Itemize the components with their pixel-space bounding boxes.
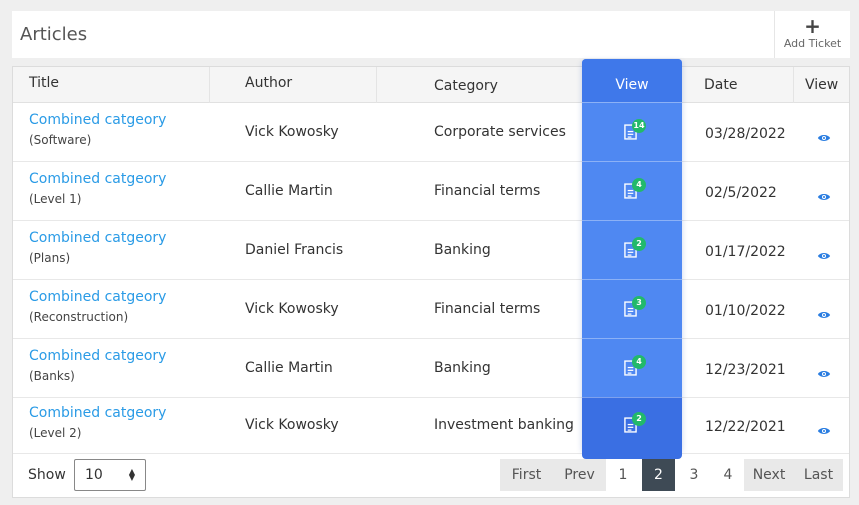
page-title: Articles: [20, 24, 88, 45]
pagination-last[interactable]: Last: [794, 459, 843, 491]
table-row: Combined catgeory (Reconstruction) Vick Ko…: [13, 280, 849, 339]
article-title-link[interactable]: Combined catgeory: [29, 348, 166, 364]
select-arrows-icon: ▲ ▼: [128, 467, 135, 482]
page-size-value: 10: [85, 467, 103, 483]
category-cell: Corporate services: [434, 123, 566, 140]
date-cell: 12/22/2021: [705, 419, 786, 435]
title-cell: Combined catgeory (Banks): [29, 348, 166, 383]
table-row: Combined catgeory (Level 2) Vick Kowosky In…: [13, 398, 849, 454]
article-subtitle: (Banks): [29, 368, 75, 383]
article-subtitle: (Software): [29, 132, 92, 147]
view-cell[interactable]: 4: [582, 338, 682, 397]
date-cell: 02/5/2022: [705, 184, 777, 201]
plus-icon: +: [804, 14, 821, 38]
date-cell: 12/23/2021: [705, 361, 786, 378]
articles-card: Articles + Add Ticket Title Author Categ…: [0, 0, 859, 505]
column-header-view-highlight[interactable]: View: [582, 59, 682, 102]
eye-icon[interactable]: [817, 421, 833, 434]
header-bar: Articles + Add Ticket: [12, 11, 850, 58]
count-badge: 14: [632, 118, 646, 133]
add-ticket-button[interactable]: + Add Ticket: [774, 11, 850, 58]
column-header-view[interactable]: View: [794, 67, 849, 103]
count-badge: 3: [632, 295, 646, 310]
category-cell: Investment banking: [434, 417, 574, 433]
view-cell[interactable]: 2: [582, 397, 682, 459]
table-header: Title Author Category Date View: [13, 67, 849, 103]
view-cell[interactable]: 14: [582, 102, 682, 161]
eye-icon[interactable]: [817, 187, 833, 200]
article-title-link[interactable]: Combined catgeory: [29, 112, 166, 128]
pagination-page-3[interactable]: 3: [677, 459, 711, 491]
eye-icon[interactable]: [817, 305, 833, 318]
table-footer: Show 10 ▲ ▼ First Prev 1 2 3 4 Next Last: [13, 454, 849, 498]
author-cell: Callie Martin: [245, 182, 333, 199]
article-title-link[interactable]: Combined catgeory: [29, 230, 166, 246]
count-badge: 2: [632, 412, 646, 426]
title-cell: Combined catgeory (Software): [29, 112, 166, 147]
column-header-date[interactable]: Date: [683, 67, 794, 103]
article-title-link[interactable]: Combined catgeory: [29, 289, 166, 305]
pagination-prev[interactable]: Prev: [553, 459, 606, 491]
date-cell: 01/10/2022: [705, 302, 786, 319]
count-badge: 2: [632, 236, 646, 251]
add-ticket-label: Add Ticket: [783, 37, 842, 50]
author-cell: Vick Kowosky: [245, 123, 339, 140]
count-badge: 4: [632, 177, 646, 192]
table-row: Combined catgeory (Plans) Daniel Francis Ba…: [13, 221, 849, 280]
column-header-category[interactable]: Category: [377, 67, 583, 103]
article-title-link[interactable]: Combined catgeory: [29, 405, 166, 421]
category-cell: Banking: [434, 241, 491, 258]
page-size-select[interactable]: 10 ▲ ▼: [74, 459, 146, 491]
eye-icon[interactable]: [817, 246, 833, 259]
pagination-page-4[interactable]: 4: [711, 459, 745, 491]
category-cell: Financial terms: [434, 182, 541, 199]
category-cell: Banking: [434, 359, 491, 376]
article-subtitle: (Level 2): [29, 426, 82, 440]
category-cell: Financial terms: [434, 300, 541, 317]
view-cell[interactable]: 3: [582, 279, 682, 338]
articles-table: Title Author Category Date View Combined…: [12, 66, 850, 498]
author-cell: Callie Martin: [245, 359, 333, 376]
pagination-page-1[interactable]: 1: [606, 459, 640, 491]
article-subtitle: (Reconstruction): [29, 309, 129, 324]
view-cell[interactable]: 2: [582, 220, 682, 279]
view-cell[interactable]: 4: [582, 161, 682, 220]
title-cell: Combined catgeory (Level 2): [29, 405, 166, 440]
pagination-first[interactable]: First: [500, 459, 553, 491]
author-cell: Vick Kowosky: [245, 417, 339, 433]
article-subtitle: (Plans): [29, 250, 71, 265]
pagination-page-2[interactable]: 2: [642, 459, 675, 491]
title-cell: Combined catgeory (Level 1): [29, 171, 166, 206]
table-row: Combined catgeory (Software) Vick Kowosky C…: [13, 103, 849, 162]
table-row: Combined catgeory (Level 1) Callie Martin F…: [13, 162, 849, 221]
count-badge: 4: [632, 354, 646, 369]
eye-icon[interactable]: [817, 364, 833, 377]
title-cell: Combined catgeory (Plans): [29, 230, 166, 265]
date-cell: 01/17/2022: [705, 243, 786, 260]
author-cell: Daniel Francis: [245, 241, 344, 258]
column-header-author[interactable]: Author: [210, 67, 377, 103]
column-header-title[interactable]: Title: [13, 67, 210, 103]
article-subtitle: (Level 1): [29, 191, 82, 206]
article-title-link[interactable]: Combined catgeory: [29, 171, 166, 187]
show-label: Show: [28, 467, 66, 483]
title-cell: Combined catgeory (Reconstruction): [29, 289, 166, 324]
author-cell: Vick Kowosky: [245, 300, 339, 317]
table-row: Combined catgeory (Banks) Callie Martin Ban…: [13, 339, 849, 398]
eye-icon[interactable]: [817, 128, 833, 141]
view-column-highlight: View 14 4 2 3 4 2: [582, 59, 682, 459]
pagination-next[interactable]: Next: [744, 459, 794, 491]
date-cell: 03/28/2022: [705, 125, 786, 142]
